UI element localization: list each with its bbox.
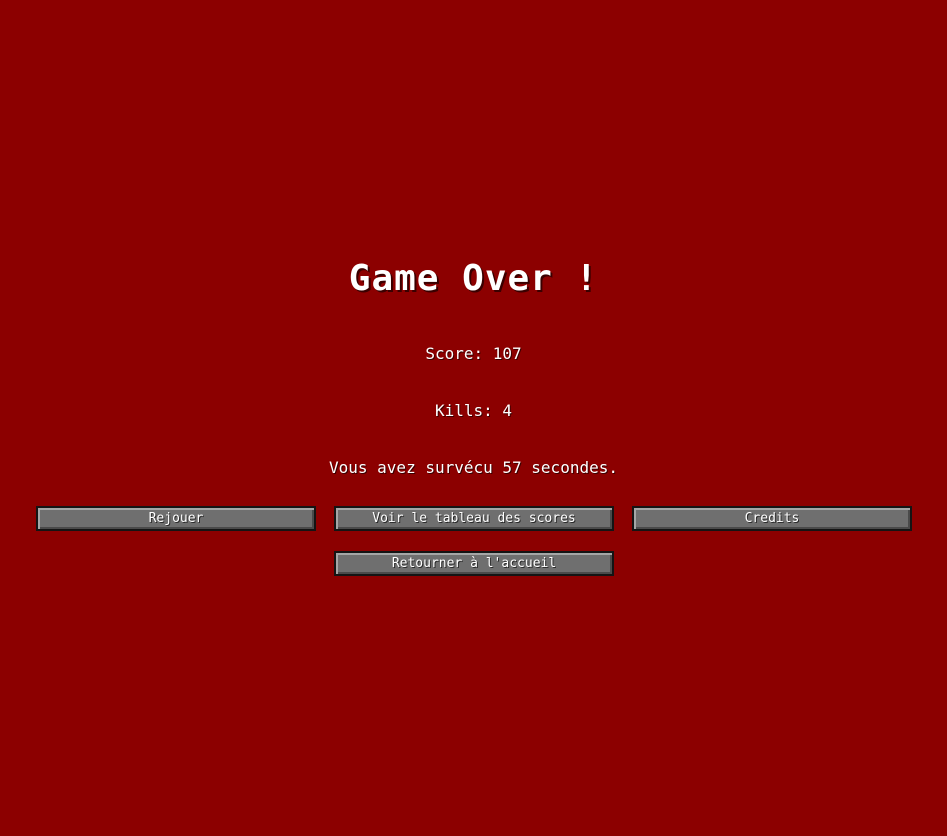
- game-over-screen: Game Over ! Score: 107 Kills: 4 Vous ave…: [0, 0, 947, 836]
- game-over-title: Game Over !: [348, 258, 599, 299]
- return-home-button[interactable]: Retourner à l'accueil: [334, 551, 614, 576]
- scoreboard-button[interactable]: Voir le tableau des scores: [334, 506, 614, 531]
- replay-button[interactable]: Rejouer: [36, 506, 316, 531]
- kills-text: Kills: 4: [434, 401, 513, 420]
- credits-button[interactable]: Credits: [632, 506, 912, 531]
- survival-time-text: Vous avez survécu 57 secondes.: [329, 458, 618, 477]
- score-text: Score: 107: [425, 344, 522, 363]
